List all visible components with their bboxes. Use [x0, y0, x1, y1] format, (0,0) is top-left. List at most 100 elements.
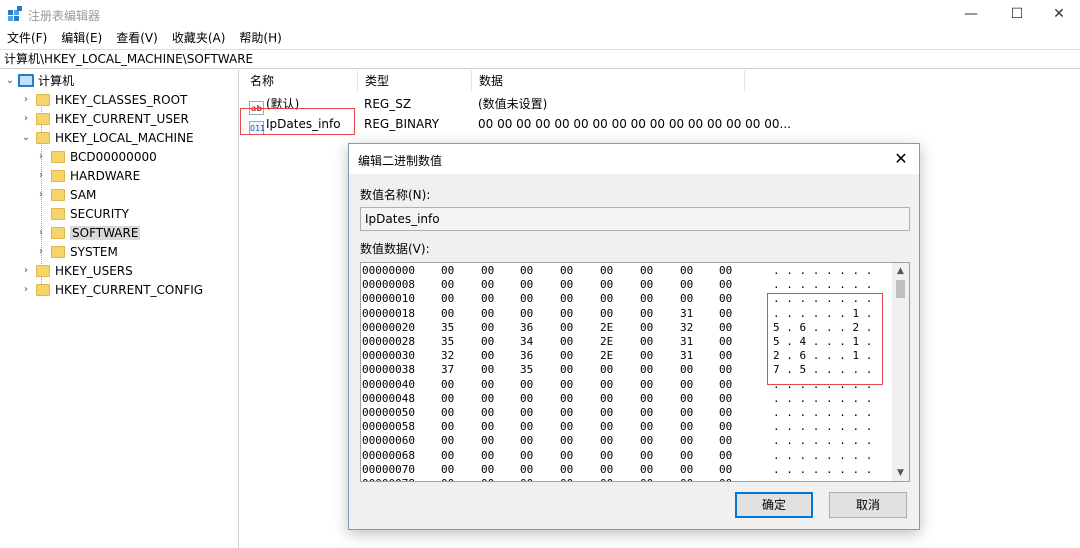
hex-byte[interactable]: 00 [560, 406, 573, 419]
tree-item-bcd00000000[interactable]: › BCD00000000 [35, 147, 157, 166]
hex-byte[interactable]: 00 [481, 477, 494, 481]
hex-byte[interactable]: 2E [600, 335, 613, 348]
menu-view[interactable]: 查看(V) [109, 28, 165, 48]
chevron-right-icon[interactable]: › [35, 151, 47, 162]
hex-byte[interactable]: 00 [680, 463, 693, 476]
hex-byte[interactable]: 00 [520, 434, 533, 447]
tree-item-hkey-local-machine[interactable]: ⌄ HKEY_LOCAL_MACHINE [20, 128, 194, 147]
hex-byte[interactable]: 00 [640, 463, 653, 476]
tree-item-sam[interactable]: › SAM [35, 185, 96, 204]
hex-byte[interactable]: 00 [719, 434, 732, 447]
hex-byte[interactable]: 00 [560, 378, 573, 391]
hex-byte[interactable]: 00 [560, 363, 573, 376]
menu-help[interactable]: 帮助(H) [232, 28, 288, 48]
hex-byte[interactable]: 00 [640, 335, 653, 348]
hex-byte[interactable]: 00 [719, 264, 732, 277]
hex-byte[interactable]: 00 [600, 406, 613, 419]
hex-byte[interactable]: 00 [640, 392, 653, 405]
scroll-thumb[interactable] [896, 280, 905, 298]
hex-byte[interactable]: 00 [560, 278, 573, 291]
hex-byte[interactable]: 00 [481, 335, 494, 348]
chevron-right-icon[interactable]: › [20, 94, 32, 105]
hex-byte[interactable]: 00 [600, 378, 613, 391]
hex-byte[interactable]: 00 [441, 463, 454, 476]
hex-byte[interactable]: 00 [441, 449, 454, 462]
hex-byte[interactable]: 00 [719, 449, 732, 462]
hex-byte[interactable]: 00 [481, 463, 494, 476]
hex-byte[interactable]: 00 [441, 278, 454, 291]
hex-byte[interactable]: 00 [719, 406, 732, 419]
hex-byte[interactable]: 00 [441, 406, 454, 419]
hex-byte[interactable]: 00 [640, 449, 653, 462]
tree-item-hkey-classes-root[interactable]: › HKEY_CLASSES_ROOT [20, 90, 187, 109]
chevron-right-icon[interactable]: › [35, 189, 47, 200]
hex-byte[interactable]: 00 [600, 392, 613, 405]
hex-byte[interactable]: 00 [520, 264, 533, 277]
hex-byte[interactable]: 32 [680, 321, 693, 334]
hex-byte[interactable]: 00 [600, 420, 613, 433]
menu-favorites[interactable]: 收藏夹(A) [165, 28, 233, 48]
scroll-down-icon[interactable]: ▼ [892, 465, 909, 481]
hex-byte[interactable]: 00 [481, 349, 494, 362]
address-bar[interactable]: 计算机\HKEY_LOCAL_MACHINE\SOFTWARE [0, 49, 1080, 69]
column-header-type[interactable]: 类型 [358, 70, 472, 92]
ok-button[interactable]: 确定 [735, 492, 813, 518]
hex-byte[interactable]: 00 [560, 307, 573, 320]
menu-edit[interactable]: 编辑(E) [54, 28, 109, 48]
hex-byte[interactable]: 36 [520, 349, 533, 362]
hex-byte[interactable]: 00 [600, 264, 613, 277]
hex-byte[interactable]: 00 [719, 292, 732, 305]
hex-byte[interactable]: 00 [560, 420, 573, 433]
hex-byte[interactable]: 00 [640, 278, 653, 291]
hex-byte[interactable]: 00 [719, 477, 732, 481]
menu-file[interactable]: 文件(F) [0, 28, 54, 48]
hex-byte[interactable]: 00 [680, 449, 693, 462]
close-button[interactable]: ✕ [1036, 0, 1080, 28]
hex-byte[interactable]: 00 [719, 378, 732, 391]
hex-byte[interactable]: 00 [640, 349, 653, 362]
hex-byte[interactable]: 31 [680, 307, 693, 320]
hex-byte[interactable]: 35 [520, 363, 533, 376]
hex-byte[interactable]: 00 [640, 477, 653, 481]
minimize-button[interactable]: — [948, 0, 994, 28]
chevron-right-icon[interactable]: › [35, 170, 47, 181]
hex-byte[interactable]: 00 [441, 307, 454, 320]
hex-byte[interactable]: 00 [600, 307, 613, 320]
column-header-data[interactable]: 数据 [472, 70, 745, 92]
hex-byte[interactable]: 00 [560, 477, 573, 481]
chevron-right-icon[interactable]: › [20, 284, 32, 295]
hex-byte[interactable]: 00 [520, 406, 533, 419]
tree-item-security[interactable]: SECURITY [35, 204, 129, 223]
chevron-right-icon[interactable]: › [35, 227, 47, 238]
hex-byte[interactable]: 00 [680, 363, 693, 376]
tree-item-hardware[interactable]: › HARDWARE [35, 166, 140, 185]
hex-byte[interactable]: 00 [520, 278, 533, 291]
hex-byte[interactable]: 00 [680, 278, 693, 291]
hex-byte[interactable]: 00 [441, 292, 454, 305]
column-header-name[interactable]: 名称 [243, 70, 358, 92]
hex-byte[interactable]: 32 [441, 349, 454, 362]
tree-item-system[interactable]: › SYSTEM [35, 242, 118, 261]
hex-byte[interactable]: 00 [441, 434, 454, 447]
hex-byte[interactable]: 00 [481, 378, 494, 391]
hex-byte[interactable]: 00 [600, 463, 613, 476]
hex-byte[interactable]: 00 [520, 307, 533, 320]
hex-byte[interactable]: 00 [719, 349, 732, 362]
chevron-down-icon[interactable]: ⌄ [4, 75, 16, 86]
hex-byte[interactable]: 00 [640, 264, 653, 277]
hex-byte[interactable]: 00 [560, 434, 573, 447]
hex-byte[interactable]: 00 [520, 463, 533, 476]
hex-byte[interactable]: 00 [520, 477, 533, 481]
cancel-button[interactable]: 取消 [829, 492, 907, 518]
hex-byte[interactable]: 00 [680, 477, 693, 481]
hex-byte[interactable]: 00 [719, 363, 732, 376]
hex-byte[interactable]: 2E [600, 349, 613, 362]
maximize-button[interactable]: ☐ [994, 0, 1040, 28]
hex-byte[interactable]: 00 [719, 463, 732, 476]
chevron-down-icon[interactable]: ⌄ [20, 132, 32, 143]
hex-byte[interactable]: 00 [680, 392, 693, 405]
hex-byte[interactable]: 00 [680, 292, 693, 305]
hex-byte[interactable]: 00 [600, 363, 613, 376]
hex-byte[interactable]: 00 [481, 363, 494, 376]
hex-byte[interactable]: 00 [441, 378, 454, 391]
